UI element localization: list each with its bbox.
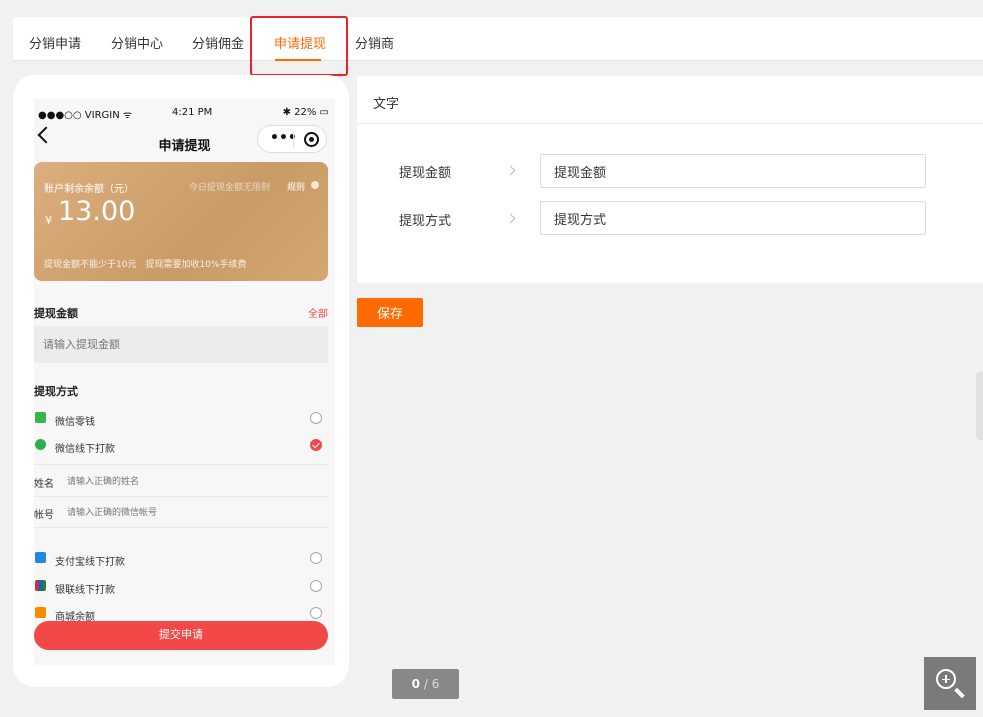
phone-screen: ●●●○○ VIRGIN ᯤ 4:21 PM ✱ 22% ▭ 申请提现 ••• … (34, 99, 335, 665)
divider (34, 464, 328, 465)
radio-unchecked[interactable] (310, 607, 322, 619)
method-text-input[interactable] (540, 201, 926, 235)
method-label: 银联线下打款 (55, 585, 115, 596)
tab-distribution-apply[interactable]: 分销申请 (29, 33, 81, 52)
wechat-offline-icon (35, 439, 46, 450)
method-label: 微信零钱 (55, 417, 95, 428)
wechat-icon (35, 412, 46, 423)
tab-distribution-center[interactable]: 分销中心 (111, 33, 163, 52)
tab-distribution-commission[interactable]: 分销佣金 (192, 33, 244, 52)
name-input[interactable] (67, 471, 317, 491)
page-separator: / (420, 677, 432, 691)
balance-card: 账户剩余余额（元） 今日提现金额无限制 规则 ¥ 13.00 提现金额不能少于1… (34, 162, 328, 281)
withdraw-limit-text: 今日提现金额无限制 (189, 183, 271, 193)
currency-symbol: ¥ (45, 214, 52, 227)
status-time: 4:21 PM (172, 107, 213, 118)
top-tab-bar: 分销申请 分销中心 分销佣金 申请提现 分销商 (13, 17, 983, 61)
method-label: 支付宝线下打款 (55, 557, 125, 568)
method-row-wechat-offline[interactable]: 微信线下打款 (34, 436, 328, 456)
tab-distributors[interactable]: 分销商 (355, 33, 394, 52)
withdraw-amount-input[interactable] (34, 326, 328, 363)
chevron-right-icon (505, 165, 516, 176)
active-tab-highlight-box (250, 16, 348, 76)
method-row-wechat-change[interactable]: 微信零钱 (34, 409, 328, 429)
balance-amount: 13.00 (58, 196, 136, 227)
method-section-title: 提现方式 (34, 385, 78, 398)
side-drawer-handle[interactable] (976, 372, 983, 440)
method-label: 微信线下打款 (55, 444, 115, 455)
zoom-handle (954, 687, 965, 699)
panel-divider (357, 123, 983, 124)
chevron-right-icon (505, 213, 516, 224)
text-settings-panel: 文字 提现金额 提现方式 (357, 76, 983, 283)
page-indicator: 0 / 6 (392, 669, 459, 699)
zoom-in-button[interactable] (924, 657, 976, 710)
form-label-amount: 提现金额 (399, 166, 452, 181)
divider (34, 527, 328, 528)
panel-title: 文字 (373, 97, 400, 112)
amount-text-input[interactable] (540, 154, 926, 188)
divider (34, 496, 328, 497)
alipay-icon (35, 552, 46, 563)
method-row-unionpay[interactable]: 银联线下打款 (34, 577, 328, 597)
rule-info-icon[interactable] (311, 181, 319, 189)
name-field-row: 姓名 (34, 471, 328, 491)
withdraw-all-link[interactable]: 全部 (308, 305, 328, 320)
amount-section-title: 提现金额 (34, 307, 78, 320)
submit-application-button[interactable]: 提交申请 (34, 621, 328, 650)
mini-program-capsule: ••• (257, 125, 327, 153)
radio-unchecked[interactable] (310, 552, 322, 564)
radio-unchecked[interactable] (310, 412, 322, 424)
status-carrier: ●●●○○ VIRGIN ᯤ (38, 110, 133, 121)
account-field-row: 帐号 (34, 502, 328, 522)
radio-unchecked[interactable] (310, 580, 322, 592)
account-label: 帐号 (34, 510, 54, 521)
zoom-in-icon (936, 669, 956, 689)
rule-link[interactable]: 规则 (287, 180, 305, 193)
method-row-alipay[interactable]: 支付宝线下打款 (34, 549, 328, 569)
close-target-icon[interactable] (304, 132, 319, 147)
page-total: 6 (431, 677, 440, 691)
phone-preview: ●●●○○ VIRGIN ᯤ 4:21 PM ✱ 22% ▭ 申请提现 ••• … (13, 75, 349, 687)
radio-checked[interactable] (310, 439, 322, 451)
status-battery: ✱ 22% ▭ (282, 107, 329, 118)
unionpay-icon (35, 580, 46, 591)
balance-icon (35, 607, 46, 618)
form-label-method: 提现方式 (399, 214, 452, 229)
nav-bar: 申请提现 ••• (34, 121, 335, 161)
balance-label: 账户剩余余额（元） (44, 184, 134, 195)
capsule-separator (293, 132, 294, 148)
account-input[interactable] (67, 502, 317, 522)
page-current: 0 (411, 677, 421, 691)
name-label: 姓名 (34, 479, 54, 490)
withdraw-tips: 提现金额不能少于10元 提现需要加收10%手续费 (44, 260, 247, 270)
save-button[interactable]: 保存 (357, 298, 423, 327)
status-bar: ●●●○○ VIRGIN ᯤ 4:21 PM ✱ 22% ▭ (34, 99, 335, 121)
